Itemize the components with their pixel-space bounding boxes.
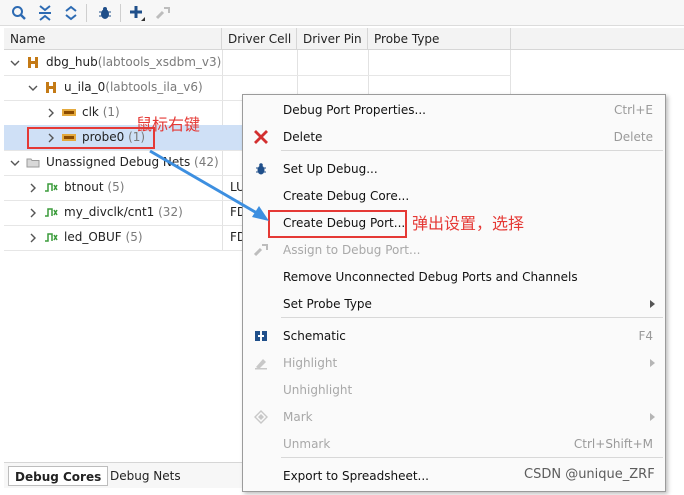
arrow-annotation [149,149,269,221]
watermark: CSDN @unique_ZRF [524,467,655,482]
annotation-right-click: 鼠标右键 [136,115,201,134]
annotation-popup: 弹出设置，选择 [412,214,525,233]
